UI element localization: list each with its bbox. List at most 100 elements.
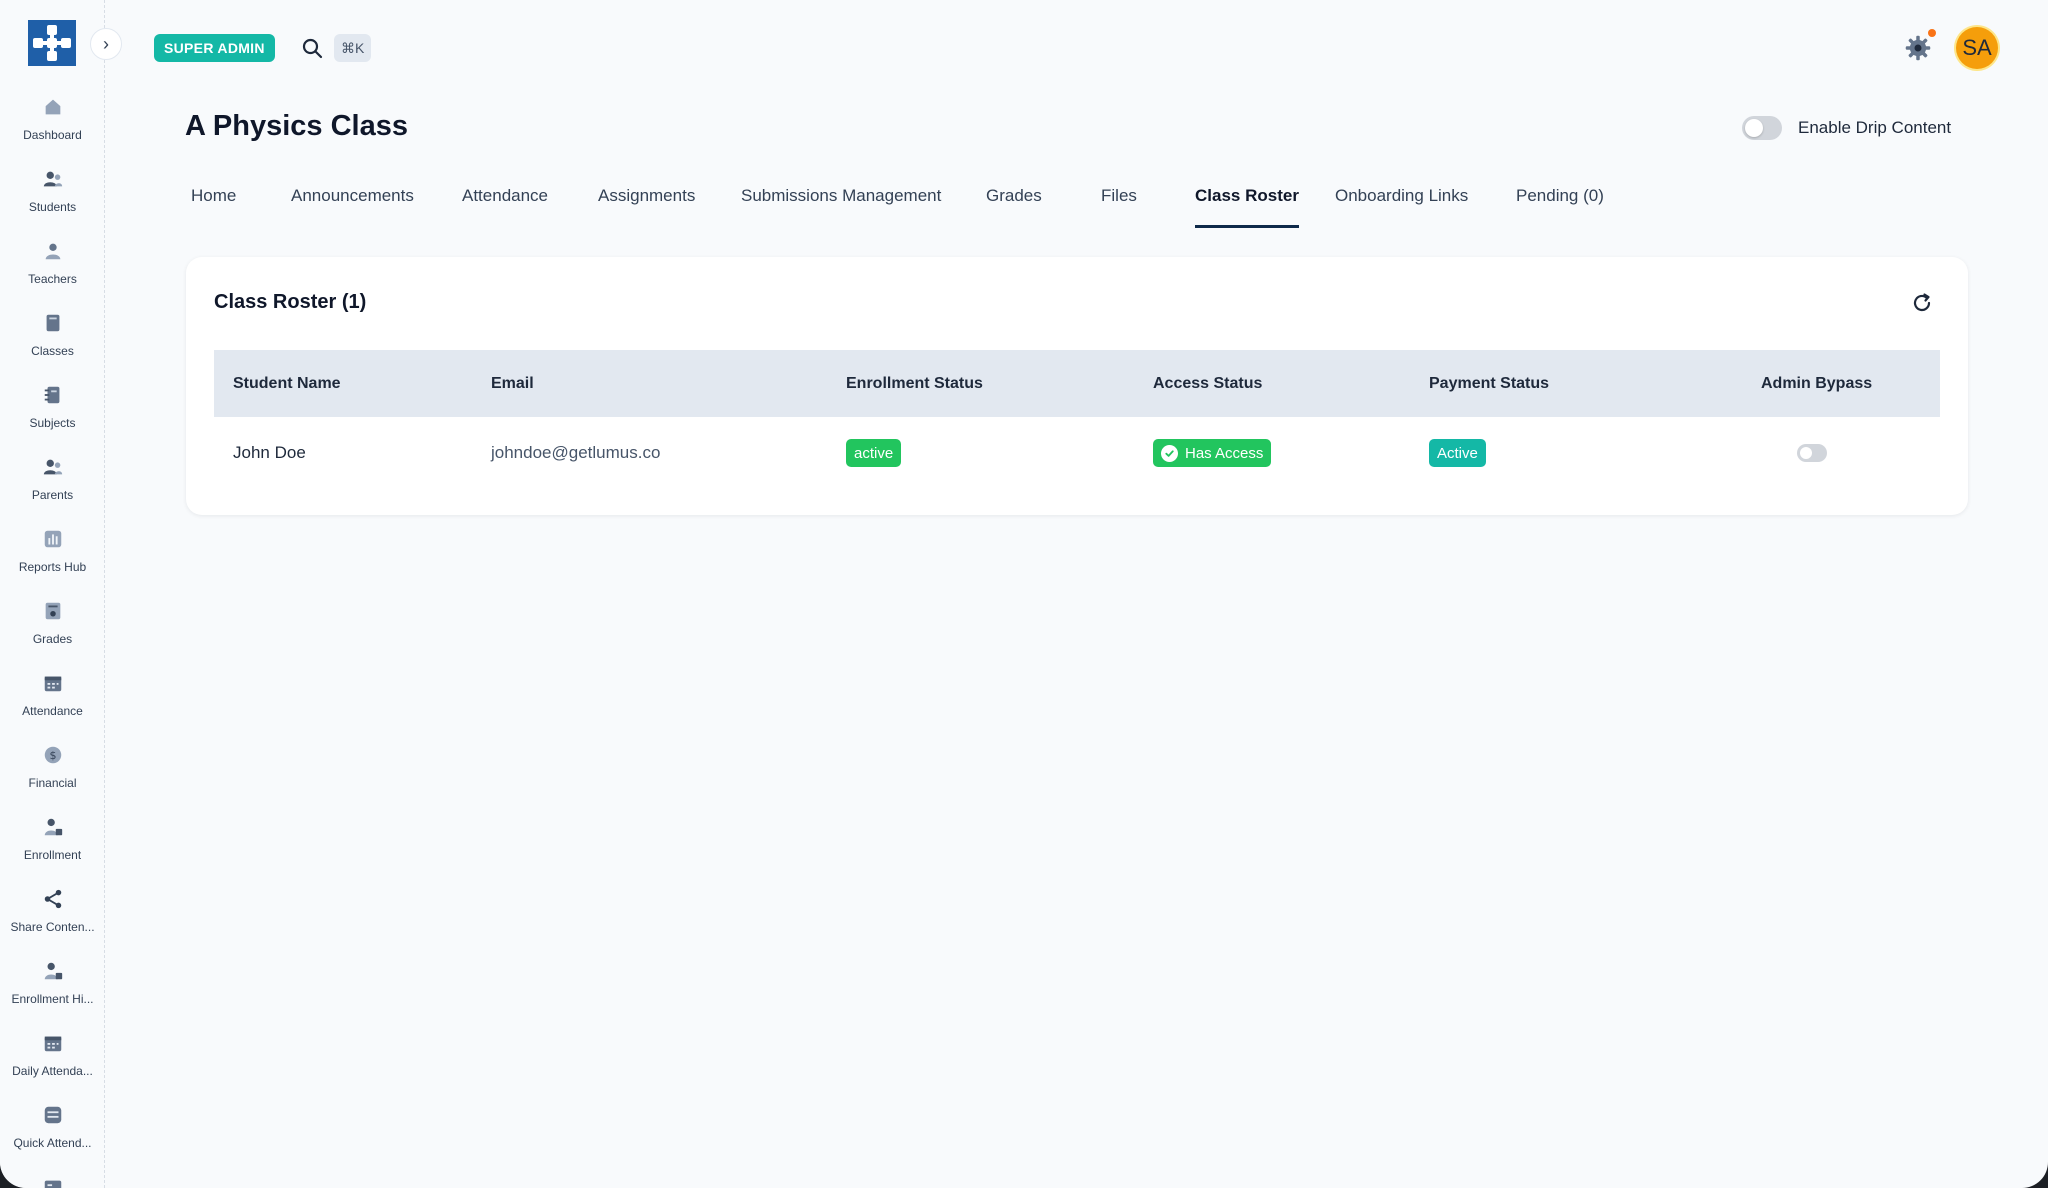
enrollment-status-badge: active	[846, 439, 902, 467]
sidebar-item-label: Teachers	[28, 272, 77, 286]
drip-content-setting: Enable Drip Content	[1742, 116, 1951, 140]
users-icon	[40, 454, 66, 480]
sidebar-item-grades[interactable]: Grades	[0, 592, 105, 664]
app-window: › Dashboard Students Teachers Classes Su…	[0, 0, 2048, 1188]
column-header-student-name[interactable]: Student Name	[233, 350, 341, 417]
toggle-knob	[1800, 447, 1812, 459]
share-icon	[40, 886, 66, 912]
calendar-icon	[40, 1030, 66, 1056]
search-icon[interactable]	[300, 36, 324, 60]
sidebar-item-dashboard[interactable]: Dashboard	[0, 88, 105, 160]
sidebar-item-label: Classes	[31, 344, 74, 358]
notebook-icon	[40, 382, 66, 408]
tab-announcements[interactable]: Announcements	[291, 186, 414, 228]
tab-class-roster[interactable]: Class Roster	[1195, 186, 1299, 228]
sidebar-item-label: Enrollment	[23, 848, 82, 862]
logo-icon	[28, 20, 76, 66]
tab-onboarding-links[interactable]: Onboarding Links	[1335, 186, 1468, 228]
column-header-access-status[interactable]: Access Status	[1153, 350, 1262, 417]
sidebar: › Dashboard Students Teachers Classes Su…	[0, 0, 122, 1188]
sidebar-item-label: Grades	[32, 632, 73, 646]
drip-content-label: Enable Drip Content	[1798, 118, 1952, 137]
grades-icon	[40, 598, 66, 624]
user-plus-icon	[40, 958, 66, 984]
tab-home[interactable]: Home	[191, 186, 236, 228]
book-icon	[40, 310, 66, 336]
class-roster-card: Class Roster (1) Student Name Email Enro…	[186, 257, 1968, 515]
id-card-icon	[40, 1174, 66, 1188]
sidebar-nav: Dashboard Students Teachers Classes Subj…	[0, 88, 105, 1188]
sidebar-item-label: Subjects	[29, 416, 76, 430]
tab-grades[interactable]: Grades	[986, 186, 1042, 228]
role-badge: SUPER ADMIN	[154, 34, 275, 62]
settings-gear-icon[interactable]	[1904, 34, 1932, 62]
sidebar-item-reports-hub[interactable]: Reports Hub	[0, 520, 105, 592]
payment-status-cell: Active	[1429, 417, 1486, 489]
sidebar-item-more[interactable]	[0, 1168, 105, 1188]
app-logo[interactable]	[28, 20, 76, 66]
student-name-cell: John Doe	[233, 443, 306, 462]
sidebar-item-label: Financial	[28, 776, 77, 790]
column-header-admin-bypass[interactable]: Admin Bypass	[1761, 350, 1872, 417]
sidebar-item-enrollment-history[interactable]: Enrollment Hi...	[0, 952, 105, 1024]
sidebar-item-share-content[interactable]: Share Conten...	[0, 880, 105, 952]
column-header-enrollment-status[interactable]: Enrollment Status	[846, 350, 983, 417]
refresh-icon[interactable]	[1910, 291, 1934, 315]
check-circle-icon	[1161, 444, 1178, 462]
sidebar-item-financial[interactable]: $ Financial	[0, 736, 105, 808]
roster-table-header: Student Name Email Enrollment Status Acc…	[214, 350, 1940, 417]
page-title: A Physics Class	[185, 110, 408, 142]
sidebar-item-label: Reports Hub	[18, 560, 87, 574]
tab-assignments[interactable]: Assignments	[598, 186, 695, 228]
user-avatar[interactable]: SA	[1956, 27, 1998, 69]
column-header-payment-status[interactable]: Payment Status	[1429, 350, 1549, 417]
sidebar-item-label: Daily Attenda...	[12, 1064, 93, 1078]
tab-submissions-management[interactable]: Submissions Management	[741, 186, 941, 228]
search-shortcut-hint[interactable]: ⌘K	[334, 34, 372, 62]
sidebar-item-teachers[interactable]: Teachers	[0, 232, 105, 304]
admin-bypass-cell	[1797, 417, 1827, 489]
sidebar-item-label: Attendance	[22, 704, 83, 718]
bar-chart-icon	[40, 526, 66, 552]
sidebar-item-subjects[interactable]: Subjects	[0, 376, 105, 448]
user-plus-icon	[40, 814, 66, 840]
table-row[interactable]: John Doe johndoe@getlumus.co active Has …	[214, 417, 1940, 489]
chevron-right-icon: ›	[103, 33, 109, 54]
sidebar-item-label: Parents	[31, 488, 74, 502]
users-icon	[40, 166, 66, 192]
notification-dot	[1928, 29, 1936, 37]
roster-title: Class Roster (1)	[214, 291, 367, 313]
tab-files[interactable]: Files	[1101, 186, 1137, 228]
sidebar-item-label: Quick Attend...	[13, 1136, 92, 1150]
enrollment-status-cell: active	[846, 417, 902, 489]
sidebar-item-label: Dashboard	[23, 128, 82, 142]
payment-status-badge: Active	[1429, 439, 1486, 467]
sidebar-item-attendance[interactable]: Attendance	[0, 664, 105, 736]
sidebar-item-classes[interactable]: Classes	[0, 304, 105, 376]
email-cell: johndoe@getlumus.co	[491, 443, 661, 462]
tab-pending[interactable]: Pending (0)	[1516, 186, 1604, 228]
sidebar-item-students[interactable]: Students	[0, 160, 105, 232]
drip-content-toggle[interactable]	[1742, 116, 1782, 140]
dollar-icon: $	[40, 742, 66, 768]
tab-attendance[interactable]: Attendance	[462, 186, 548, 228]
calendar-icon	[40, 670, 66, 696]
access-status-badge: Has Access	[1153, 439, 1272, 467]
sidebar-item-daily-attendance[interactable]: Daily Attenda...	[0, 1024, 105, 1096]
sidebar-item-parents[interactable]: Parents	[0, 448, 105, 520]
sidebar-item-label: Share Conten...	[10, 920, 95, 934]
access-status-cell: Has Access	[1153, 417, 1272, 489]
sidebar-item-quick-attendance[interactable]: Quick Attend...	[0, 1096, 105, 1168]
admin-bypass-toggle[interactable]	[1797, 444, 1827, 462]
user-icon	[40, 238, 66, 264]
access-status-label: Has Access	[1185, 444, 1264, 462]
column-header-email[interactable]: Email	[491, 350, 534, 417]
sidebar-expand-button[interactable]: ›	[90, 28, 122, 60]
home-icon	[40, 94, 66, 120]
quick-attendance-icon	[40, 1102, 66, 1128]
sidebar-item-label: Enrollment Hi...	[11, 992, 94, 1006]
sidebar-item-label: Students	[28, 200, 77, 214]
sidebar-item-enrollment[interactable]: Enrollment	[0, 808, 105, 880]
svg-text:$: $	[49, 749, 56, 762]
toggle-knob	[1745, 119, 1763, 137]
